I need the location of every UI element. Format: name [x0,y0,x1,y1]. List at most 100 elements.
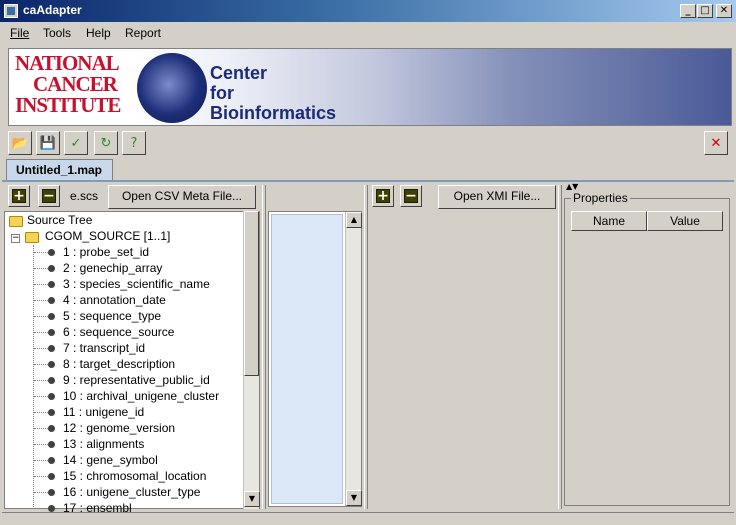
splitter[interactable] [262,185,266,509]
menu-report[interactable]: Report [125,26,161,40]
close-button[interactable]: ✕ [716,4,732,18]
tree-item[interactable]: 9 : representative_public_id [63,373,210,387]
tree-item[interactable]: 16 : unigene_cluster_type [63,485,200,499]
menu-bar: File Tools Help Report [0,22,736,44]
tree-item[interactable]: 13 : alignments [63,437,144,451]
nci-logo-line-3: INSTITUTE [15,93,121,117]
menu-file[interactable]: File [10,26,29,40]
tree-node-cgom[interactable]: CGOM_SOURCE [1..1] [45,229,170,243]
refresh-icon[interactable]: ↻ [94,131,118,155]
mapping-scrollbar[interactable]: ▲ ▼ [345,212,362,506]
open-folder-icon[interactable]: 📂 [8,131,32,155]
tree-item[interactable]: 4 : annotation_date [63,293,166,307]
menu-help[interactable]: Help [86,26,111,40]
close-tab-icon[interactable]: ✕ [704,131,728,155]
tree-branch-line [34,460,48,461]
tree-branch-line [34,428,48,429]
nci-logo-line-1: NATIONAL [15,51,120,75]
center-line-3: Bioinformatics [210,103,337,123]
save-icon[interactable]: 💾 [36,131,60,155]
attribute-bullet-icon [48,489,55,496]
tree-branch-line [34,492,48,493]
tree-item[interactable]: 1 : probe_set_id [63,245,149,259]
attribute-bullet-icon [48,329,55,336]
tree-branch-line [34,444,48,445]
tree-item[interactable]: 12 : genome_version [63,421,175,435]
add-source-button[interactable]: + [8,185,30,207]
source-scrollbar[interactable]: ▼ [243,211,260,509]
tree-item[interactable]: 11 : unigene_id [63,405,144,419]
attribute-bullet-icon [48,409,55,416]
tree-item[interactable]: 14 : gene_symbol [63,453,158,467]
title-bar: caAdapter _ □ ✕ [0,0,736,22]
tree-root-label[interactable]: Source Tree [27,213,92,227]
properties-column-name[interactable]: Name [571,211,647,231]
tree-branch-line [34,508,48,509]
menu-tools[interactable]: Tools [43,26,71,40]
splitter[interactable] [364,185,368,509]
attribute-bullet-icon [48,393,55,400]
tree-branch-line [34,268,48,269]
scroll-thumb[interactable] [244,211,259,376]
tree-item[interactable]: 2 : genechip_array [63,261,162,275]
tree-item[interactable]: 10 : archival_unigene_cluster [63,389,219,403]
mapping-panel: ▲ ▼ [268,211,362,507]
source-tree-panel: Source Tree − CGOM_SOURCE [1..1] 1 : pro… [4,211,260,515]
attribute-bullet-icon [48,473,55,480]
tree-item[interactable]: 15 : chromosomal_location [63,469,206,483]
collapse-arrows-icon[interactable]: ▲▼ [566,182,584,191]
folder-icon [25,232,39,243]
minus-icon: − [404,188,418,204]
tree-branch-line [34,332,48,333]
window-title: caAdapter [23,3,82,17]
tree-branch-line [34,284,48,285]
minimize-button[interactable]: _ [680,4,696,18]
tree-branch-line [34,396,48,397]
scroll-down-arrow[interactable]: ▼ [244,491,260,507]
mapping-area[interactable] [271,214,343,504]
tree-branch-line [34,348,48,349]
attribute-bullet-icon [48,297,55,304]
attribute-bullet-icon [48,457,55,464]
tab-underline [2,180,734,182]
tree-item[interactable]: 6 : sequence_source [63,325,174,339]
nci-logo: NATIONAL CANCER INSTITUTE [15,53,131,121]
tree-item[interactable]: 3 : species_scientific_name [63,277,210,291]
open-xmi-button[interactable]: Open XMI File... [438,185,556,209]
tree-item[interactable]: 5 : sequence_type [63,309,161,323]
nci-logo-line-2: CANCER [33,72,118,96]
help-icon[interactable]: ? [122,131,146,155]
remove-target-button[interactable]: − [400,185,422,207]
app-icon [4,4,18,18]
tab-untitled-map[interactable]: Untitled_1.map [6,159,113,181]
tree-branch-line [34,364,48,365]
properties-column-value[interactable]: Value [647,211,723,231]
add-target-button[interactable]: + [372,185,394,207]
status-divider [2,512,734,513]
open-csv-meta-button[interactable]: Open CSV Meta File... [108,185,256,209]
tree-item[interactable]: 7 : transcript_id [63,341,145,355]
scroll-up-arrow[interactable]: ▲ [346,212,362,228]
banner: NATIONAL CANCER INSTITUTE Center for Bio… [8,48,732,126]
maximize-button[interactable]: □ [697,4,713,18]
attribute-bullet-icon [48,265,55,272]
toolbar: 📂 💾 ✓ ↻ ? ✕ [0,128,736,158]
remove-source-button[interactable]: − [38,185,60,207]
center-line-2: for [210,83,234,103]
validate-icon[interactable]: ✓ [64,131,88,155]
plus-icon: + [376,188,390,204]
attribute-bullet-icon [48,505,55,512]
collapse-icon[interactable]: − [11,234,20,243]
properties-panel: Properties Name Value [564,191,730,506]
splitter[interactable] [558,185,562,509]
attribute-bullet-icon [48,425,55,432]
tree-item[interactable]: 8 : target_description [63,357,175,371]
attribute-bullet-icon [48,361,55,368]
attribute-bullet-icon [48,377,55,384]
scroll-down-arrow[interactable]: ▼ [346,490,362,506]
attribute-bullet-icon [48,441,55,448]
minus-icon: − [42,188,56,204]
tree-branch-line [34,300,48,301]
tree-branch-line [34,316,48,317]
plus-icon: + [12,188,26,204]
